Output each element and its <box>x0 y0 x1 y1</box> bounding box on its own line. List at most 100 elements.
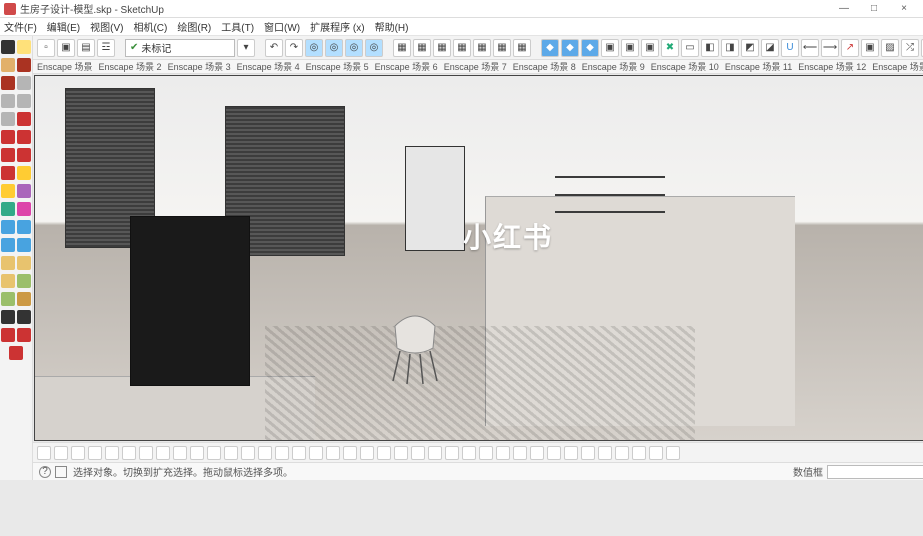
menu-edit[interactable]: 编辑(E) <box>47 19 80 34</box>
b-icon[interactable] <box>428 446 442 460</box>
render-5[interactable]: ▣ <box>621 39 639 57</box>
orbit-icon[interactable] <box>1 220 15 234</box>
position-icon[interactable] <box>1 256 15 270</box>
b-icon[interactable] <box>394 446 408 460</box>
menu-window[interactable]: 窗口(W) <box>264 19 300 34</box>
followme-icon[interactable] <box>1 148 15 162</box>
scene-tab[interactable]: Enscape 场景 <box>37 60 93 73</box>
look-icon[interactable] <box>17 256 31 270</box>
b-icon[interactable] <box>377 446 391 460</box>
anim-2[interactable]: ▨ <box>881 39 899 57</box>
layers-icon[interactable] <box>17 292 31 306</box>
ext-btn-4[interactable]: ◎ <box>365 39 383 57</box>
render-2[interactable]: ◆ <box>561 39 579 57</box>
b-icon[interactable] <box>360 446 374 460</box>
b-icon[interactable] <box>666 446 680 460</box>
pan-icon[interactable] <box>17 220 31 234</box>
help-icon-2[interactable] <box>55 466 67 478</box>
b-icon[interactable] <box>224 446 238 460</box>
b-icon[interactable] <box>88 446 102 460</box>
xray-button[interactable]: ✖ <box>661 39 679 57</box>
b-icon[interactable] <box>462 446 476 460</box>
right-button[interactable]: ▦ <box>453 39 471 57</box>
b-icon[interactable] <box>445 446 459 460</box>
b-icon[interactable] <box>649 446 663 460</box>
b-icon[interactable] <box>309 446 323 460</box>
new-button[interactable]: ▫ <box>37 39 55 57</box>
section-icon[interactable] <box>17 274 31 288</box>
scale-icon[interactable] <box>17 148 31 162</box>
open-button[interactable]: ▣ <box>57 39 75 57</box>
b-icon[interactable] <box>598 446 612 460</box>
menu-tools[interactable]: 工具(T) <box>221 19 254 34</box>
plugin4-icon[interactable] <box>17 328 31 342</box>
paint-icon[interactable] <box>1 58 15 72</box>
render-4[interactable]: ▣ <box>601 39 619 57</box>
style-3[interactable]: ◨ <box>721 39 739 57</box>
iso-button[interactable]: ▦ <box>393 39 411 57</box>
close-button[interactable]: × <box>889 3 919 14</box>
scene-tab[interactable]: Enscape 场景 11 <box>725 60 792 73</box>
plugin1-icon[interactable] <box>1 310 15 324</box>
move-icon[interactable] <box>17 112 31 126</box>
plugin3-icon[interactable] <box>1 328 15 342</box>
bottom-button[interactable]: ▦ <box>513 39 531 57</box>
b-icon[interactable] <box>547 446 561 460</box>
top-button[interactable]: ▦ <box>413 39 431 57</box>
scene-tab[interactable]: Enscape 场景 10 <box>651 60 719 73</box>
undo-button[interactable]: ↶ <box>265 39 283 57</box>
shuffle-button[interactable]: ⤮ <box>901 39 919 57</box>
b-icon[interactable] <box>615 446 629 460</box>
b-icon[interactable] <box>496 446 510 460</box>
freehand-icon[interactable] <box>1 76 15 90</box>
next-button[interactable]: ⟶ <box>821 39 839 57</box>
zoomext-icon[interactable] <box>17 238 31 252</box>
b-icon[interactable] <box>105 446 119 460</box>
b-icon[interactable] <box>326 446 340 460</box>
scene-tab[interactable]: Enscape 场景 7 <box>444 60 507 73</box>
scene-tab[interactable]: Enscape 场景 4 <box>237 60 300 73</box>
scene-tab[interactable]: Enscape 场景 5 <box>306 60 369 73</box>
pushpull-icon[interactable] <box>1 130 15 144</box>
b-icon[interactable] <box>241 446 255 460</box>
b-icon[interactable] <box>71 446 85 460</box>
scene-tab[interactable]: Enscape 场景 13 <box>872 60 923 73</box>
b-icon[interactable] <box>207 446 221 460</box>
style-5[interactable]: ◪ <box>761 39 779 57</box>
viewport-3d[interactable]: 小红书 <box>34 75 923 441</box>
ext-btn-2[interactable]: ◎ <box>325 39 343 57</box>
style-1[interactable]: ▭ <box>681 39 699 57</box>
back-button[interactable]: ▦ <box>473 39 491 57</box>
export-button[interactable]: ↗ <box>841 39 859 57</box>
b-icon[interactable] <box>37 446 51 460</box>
select-icon[interactable] <box>1 40 15 54</box>
menu-help[interactable]: 帮助(H) <box>375 19 409 34</box>
render-1[interactable]: ◆ <box>541 39 559 57</box>
prev-button[interactable]: ⟵ <box>801 39 819 57</box>
eraser-icon[interactable] <box>17 40 31 54</box>
polygon-icon[interactable] <box>17 94 31 108</box>
b-icon[interactable] <box>190 446 204 460</box>
render-6[interactable]: ▣ <box>641 39 659 57</box>
layer-toggle[interactable]: ▾ <box>237 39 255 57</box>
b-icon[interactable] <box>513 446 527 460</box>
scene-tab[interactable]: Enscape 场景 6 <box>375 60 438 73</box>
circle-icon[interactable] <box>1 94 15 108</box>
b-icon[interactable] <box>173 446 187 460</box>
b-icon[interactable] <box>632 446 646 460</box>
u-button[interactable]: U <box>781 39 799 57</box>
b-icon[interactable] <box>275 446 289 460</box>
rotate-icon[interactable] <box>17 130 31 144</box>
menu-extensions[interactable]: 扩展程序 (x) <box>310 19 364 34</box>
b-icon[interactable] <box>54 446 68 460</box>
scene-tab[interactable]: Enscape 场景 2 <box>99 60 162 73</box>
b-icon[interactable] <box>564 446 578 460</box>
scene-tab[interactable]: Enscape 场景 12 <box>798 60 866 73</box>
layer-select[interactable]: ✔未标记 <box>125 39 235 57</box>
b-icon[interactable] <box>258 446 272 460</box>
scene-tab[interactable]: Enscape 场景 8 <box>513 60 576 73</box>
render-3[interactable]: ◆ <box>581 39 599 57</box>
offset-icon[interactable] <box>1 166 15 180</box>
menu-view[interactable]: 视图(V) <box>90 19 123 34</box>
save-button[interactable]: ▤ <box>77 39 95 57</box>
